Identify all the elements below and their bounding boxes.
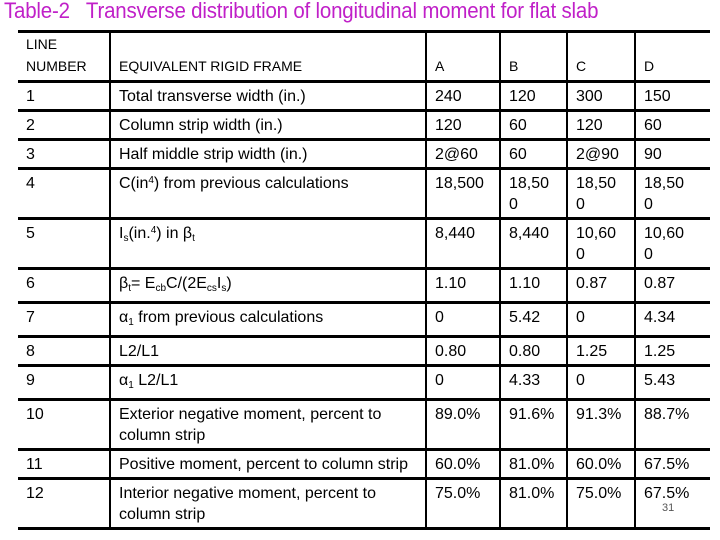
cell-d: 88.7% [634, 398, 710, 450]
cell-c: 1.25 [566, 335, 635, 366]
header-d: D [634, 30, 710, 82]
cell-b: 60 [499, 138, 567, 169]
cell-c: 18,50 0 [566, 167, 635, 219]
cell-a: 0 [425, 364, 500, 400]
cell-c: 0 [566, 364, 635, 400]
header-a: A [425, 30, 500, 82]
cell-c: 91.3% [566, 398, 635, 450]
cell-c: 75.0% [566, 477, 635, 530]
cell-d: 5.43 [634, 364, 710, 400]
cell-b: 5.42 [499, 301, 567, 337]
table-row: 8 L2/L1 0.80 0.80 1.25 1.25 [18, 335, 710, 366]
line-number: 3 [18, 138, 110, 169]
row-label: α1 from previous calculations [109, 301, 426, 337]
row-label: Column strip width (in.) [109, 109, 426, 140]
cell-b: 81.0% [499, 477, 567, 530]
header-c: C [566, 30, 635, 82]
cell-c: 60.0% [566, 448, 635, 479]
cell-a: 240 [425, 80, 500, 111]
row-label: Interior negative moment, percent to col… [109, 477, 426, 530]
cell-a: 75.0% [425, 477, 500, 530]
row-label: C(in4) from previous calculations [109, 167, 426, 219]
header-b: B [499, 30, 567, 82]
cell-b: 8,440 [499, 217, 567, 269]
cell-c: 0.87 [566, 267, 635, 303]
cell-a: 0.80 [425, 335, 500, 366]
cell-a: 8,440 [425, 217, 500, 269]
header-line-number: LINE NUMBER [18, 30, 110, 82]
header-frame: EQUIVALENT RIGID FRAME [109, 30, 426, 82]
cell-a: 60.0% [425, 448, 500, 479]
cell-b: 60 [499, 109, 567, 140]
cell-b: 81.0% [499, 448, 567, 479]
table-row: 6 βt= EcbC/(2EcsIs) 1.10 1.10 0.87 0.87 [18, 267, 710, 303]
table-row: 11 Positive moment, percent to column st… [18, 448, 710, 479]
cell-c: 0 [566, 301, 635, 337]
cell-b: 91.6% [499, 398, 567, 450]
cell-d: 67.5% [634, 448, 710, 479]
header-row: LINE NUMBER EQUIVALENT RIGID FRAME A B C… [18, 30, 710, 82]
line-number: 4 [18, 167, 110, 219]
row-label: Half middle strip width (in.) [109, 138, 426, 169]
row-label: α1 L2/L1 [109, 364, 426, 400]
table-row: 12 Interior negative moment, percent to … [18, 477, 710, 530]
table-row: 2 Column strip width (in.) 120 60 120 60 [18, 109, 710, 140]
cell-a: 18,500 [425, 167, 500, 219]
line-number: 7 [18, 301, 110, 337]
table-title: Table-2 Transverse distribution of longi… [4, 0, 599, 23]
row-label: Exterior negative moment, percent to col… [109, 398, 426, 450]
cell-b: 4.33 [499, 364, 567, 400]
line-number: 5 [18, 217, 110, 269]
cell-c: 120 [566, 109, 635, 140]
cell-a: 120 [425, 109, 500, 140]
table-row: 10 Exterior negative moment, percent to … [18, 398, 710, 450]
cell-a: 2@60 [425, 138, 500, 169]
table-row: 9 α1 L2/L1 0 4.33 0 5.43 [18, 364, 710, 400]
line-number: 2 [18, 109, 110, 140]
line-number: 11 [18, 448, 110, 479]
row-label: Total transverse width (in.) [109, 80, 426, 111]
cell-a: 89.0% [425, 398, 500, 450]
cell-d: 18,50 0 [634, 167, 710, 219]
table-row: 7 α1 from previous calculations 0 5.42 0… [18, 301, 710, 337]
page-number: 31 [662, 502, 675, 514]
cell-d: 90 [634, 138, 710, 169]
cell-c: 10,60 0 [566, 217, 635, 269]
cell-a: 1.10 [425, 267, 500, 303]
cell-d: 60 [634, 109, 710, 140]
cell-c: 2@90 [566, 138, 635, 169]
cell-c: 300 [566, 80, 635, 111]
table-row: 5 Is(in.4) in βt 8,440 8,440 10,60 0 10,6… [18, 217, 710, 269]
table-row: 4 C(in4) from previous calculations 18,5… [18, 167, 710, 219]
cell-b: 0.80 [499, 335, 567, 366]
row-label: Positive moment, percent to column strip [109, 448, 426, 479]
row-label: βt= EcbC/(2EcsIs) [109, 267, 426, 303]
cell-d: 4.34 [634, 301, 710, 337]
cell-b: 120 [499, 80, 567, 111]
moment-distribution-table: LINE NUMBER EQUIVALENT RIGID FRAME A B C… [18, 30, 710, 530]
cell-d: 0.87 [634, 267, 710, 303]
table-row: 1 Total transverse width (in.) 240 120 3… [18, 80, 710, 111]
cell-a: 0 [425, 301, 500, 337]
cell-d: 10,60 0 [634, 217, 710, 269]
cell-d: 150 [634, 80, 710, 111]
line-number: 1 [18, 80, 110, 111]
line-number: 12 [18, 477, 110, 530]
cell-d: 1.25 [634, 335, 710, 366]
line-number: 9 [18, 364, 110, 400]
table-row: 3 Half middle strip width (in.) 2@60 60 … [18, 138, 710, 169]
line-number: 8 [18, 335, 110, 366]
row-label: L2/L1 [109, 335, 426, 366]
cell-b: 18,50 0 [499, 167, 567, 219]
cell-b: 1.10 [499, 267, 567, 303]
row-label: Is(in.4) in βt [109, 217, 426, 269]
line-number: 10 [18, 398, 110, 450]
line-number: 6 [18, 267, 110, 303]
